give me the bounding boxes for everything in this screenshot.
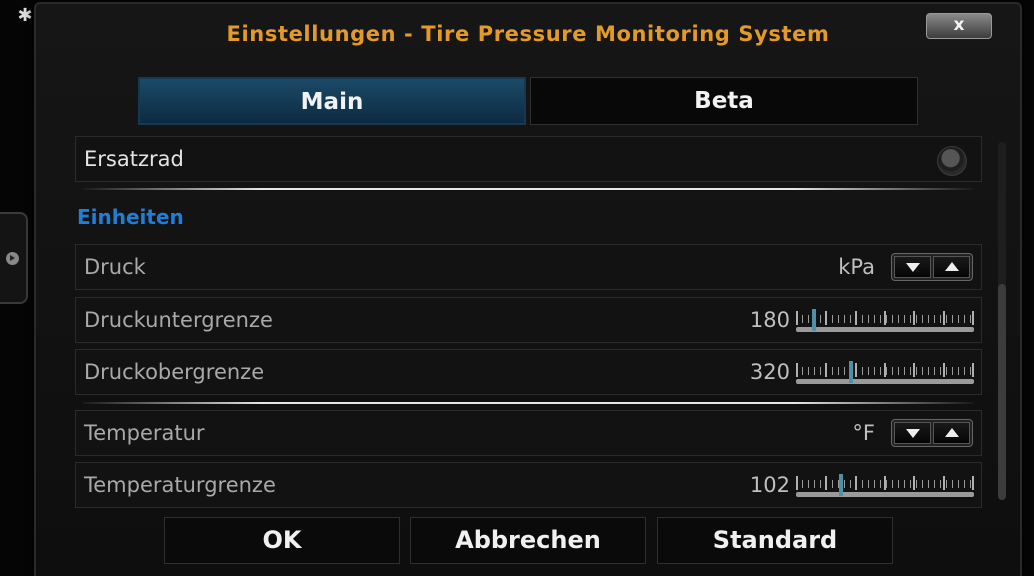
slider-tick: [884, 476, 886, 490]
toggle-icon[interactable]: [937, 146, 967, 176]
slider-tick: [943, 311, 945, 325]
slider-tick: [825, 311, 827, 325]
scrollbar-thumb[interactable]: [998, 284, 1006, 500]
cancel-button[interactable]: Abbrechen: [410, 517, 646, 564]
tab-main[interactable]: Main: [138, 77, 526, 125]
slider-thumb[interactable]: [839, 474, 843, 496]
tab-beta[interactable]: Beta: [530, 77, 918, 125]
dialog-title: Einstellungen - Tire Pressure Monitoring…: [226, 22, 830, 46]
slider-tick: [972, 476, 974, 490]
arrow-up-icon[interactable]: [933, 256, 970, 278]
gear-icon: ✱: [17, 5, 33, 26]
ok-button[interactable]: OK: [164, 517, 400, 564]
slider-tick: [913, 363, 915, 377]
slider-tick: [913, 476, 915, 490]
divider: [83, 188, 973, 190]
slider-tick: [796, 311, 798, 325]
setting-label-ersatzrad: Ersatzrad: [84, 147, 184, 171]
setting-row-temperatur[interactable]: Temperatur °F: [75, 410, 982, 456]
slider-tick: [796, 363, 798, 377]
setting-label-druckuntergrenze: Druckuntergrenze: [84, 308, 273, 332]
arrow-down-icon[interactable]: [894, 256, 931, 278]
unit-stepper-temperatur: [891, 419, 973, 447]
setting-row-ersatzrad[interactable]: Ersatzrad: [75, 136, 982, 182]
setting-label-temperatur: Temperatur: [84, 421, 205, 445]
setting-value-druck: kPa: [838, 255, 875, 279]
setting-value-druckobergrenze: 320: [749, 360, 790, 384]
slider-druckobergrenze[interactable]: [796, 360, 974, 384]
scrollbar[interactable]: [998, 142, 1006, 500]
setting-row-druckobergrenze[interactable]: Druckobergrenze 320: [75, 349, 982, 395]
slider-thumb[interactable]: [849, 361, 853, 383]
setting-value-temperatur: °F: [852, 421, 875, 445]
setting-value-temperaturgrenze: 102: [749, 473, 790, 497]
slider-temperaturgrenze[interactable]: [796, 473, 974, 497]
chevron-right-icon: [6, 252, 19, 265]
slider-tick: [855, 363, 857, 377]
slider-druckuntergrenze[interactable]: [796, 308, 974, 332]
setting-label-druckobergrenze: Druckobergrenze: [84, 360, 265, 384]
close-icon: x: [953, 15, 965, 35]
slider-tick: [855, 311, 857, 325]
slider-tick: [943, 476, 945, 490]
slider-tick: [972, 363, 974, 377]
setting-row-druckuntergrenze[interactable]: Druckuntergrenze 180: [75, 297, 982, 343]
slider-tick: [825, 363, 827, 377]
setting-row-druck[interactable]: Druck kPa: [75, 244, 982, 290]
setting-label-temperaturgrenze: Temperaturgrenze: [84, 473, 276, 497]
slider-tick: [796, 476, 798, 490]
slider-tick: [825, 476, 827, 490]
arrow-down-icon[interactable]: [894, 422, 931, 444]
divider: [83, 402, 973, 404]
slider-tick: [913, 311, 915, 325]
slider-tick: [943, 363, 945, 377]
slider-tick: [884, 311, 886, 325]
setting-value-druckuntergrenze: 180: [749, 308, 790, 332]
arrow-up-icon[interactable]: [933, 422, 970, 444]
settings-dialog: Einstellungen - Tire Pressure Monitoring…: [34, 2, 1022, 576]
slider-tick: [855, 476, 857, 490]
default-button[interactable]: Standard: [657, 517, 893, 564]
section-header-units: Einheiten: [77, 205, 184, 229]
slider-thumb[interactable]: [812, 309, 816, 331]
slider-tick: [972, 311, 974, 325]
setting-label-druck: Druck: [84, 255, 146, 279]
slider-tick: [884, 363, 886, 377]
side-menu-tab[interactable]: [0, 212, 28, 304]
close-button[interactable]: x: [926, 13, 992, 39]
unit-stepper-druck: [891, 253, 973, 281]
setting-row-temperaturgrenze[interactable]: Temperaturgrenze 102: [75, 462, 982, 508]
